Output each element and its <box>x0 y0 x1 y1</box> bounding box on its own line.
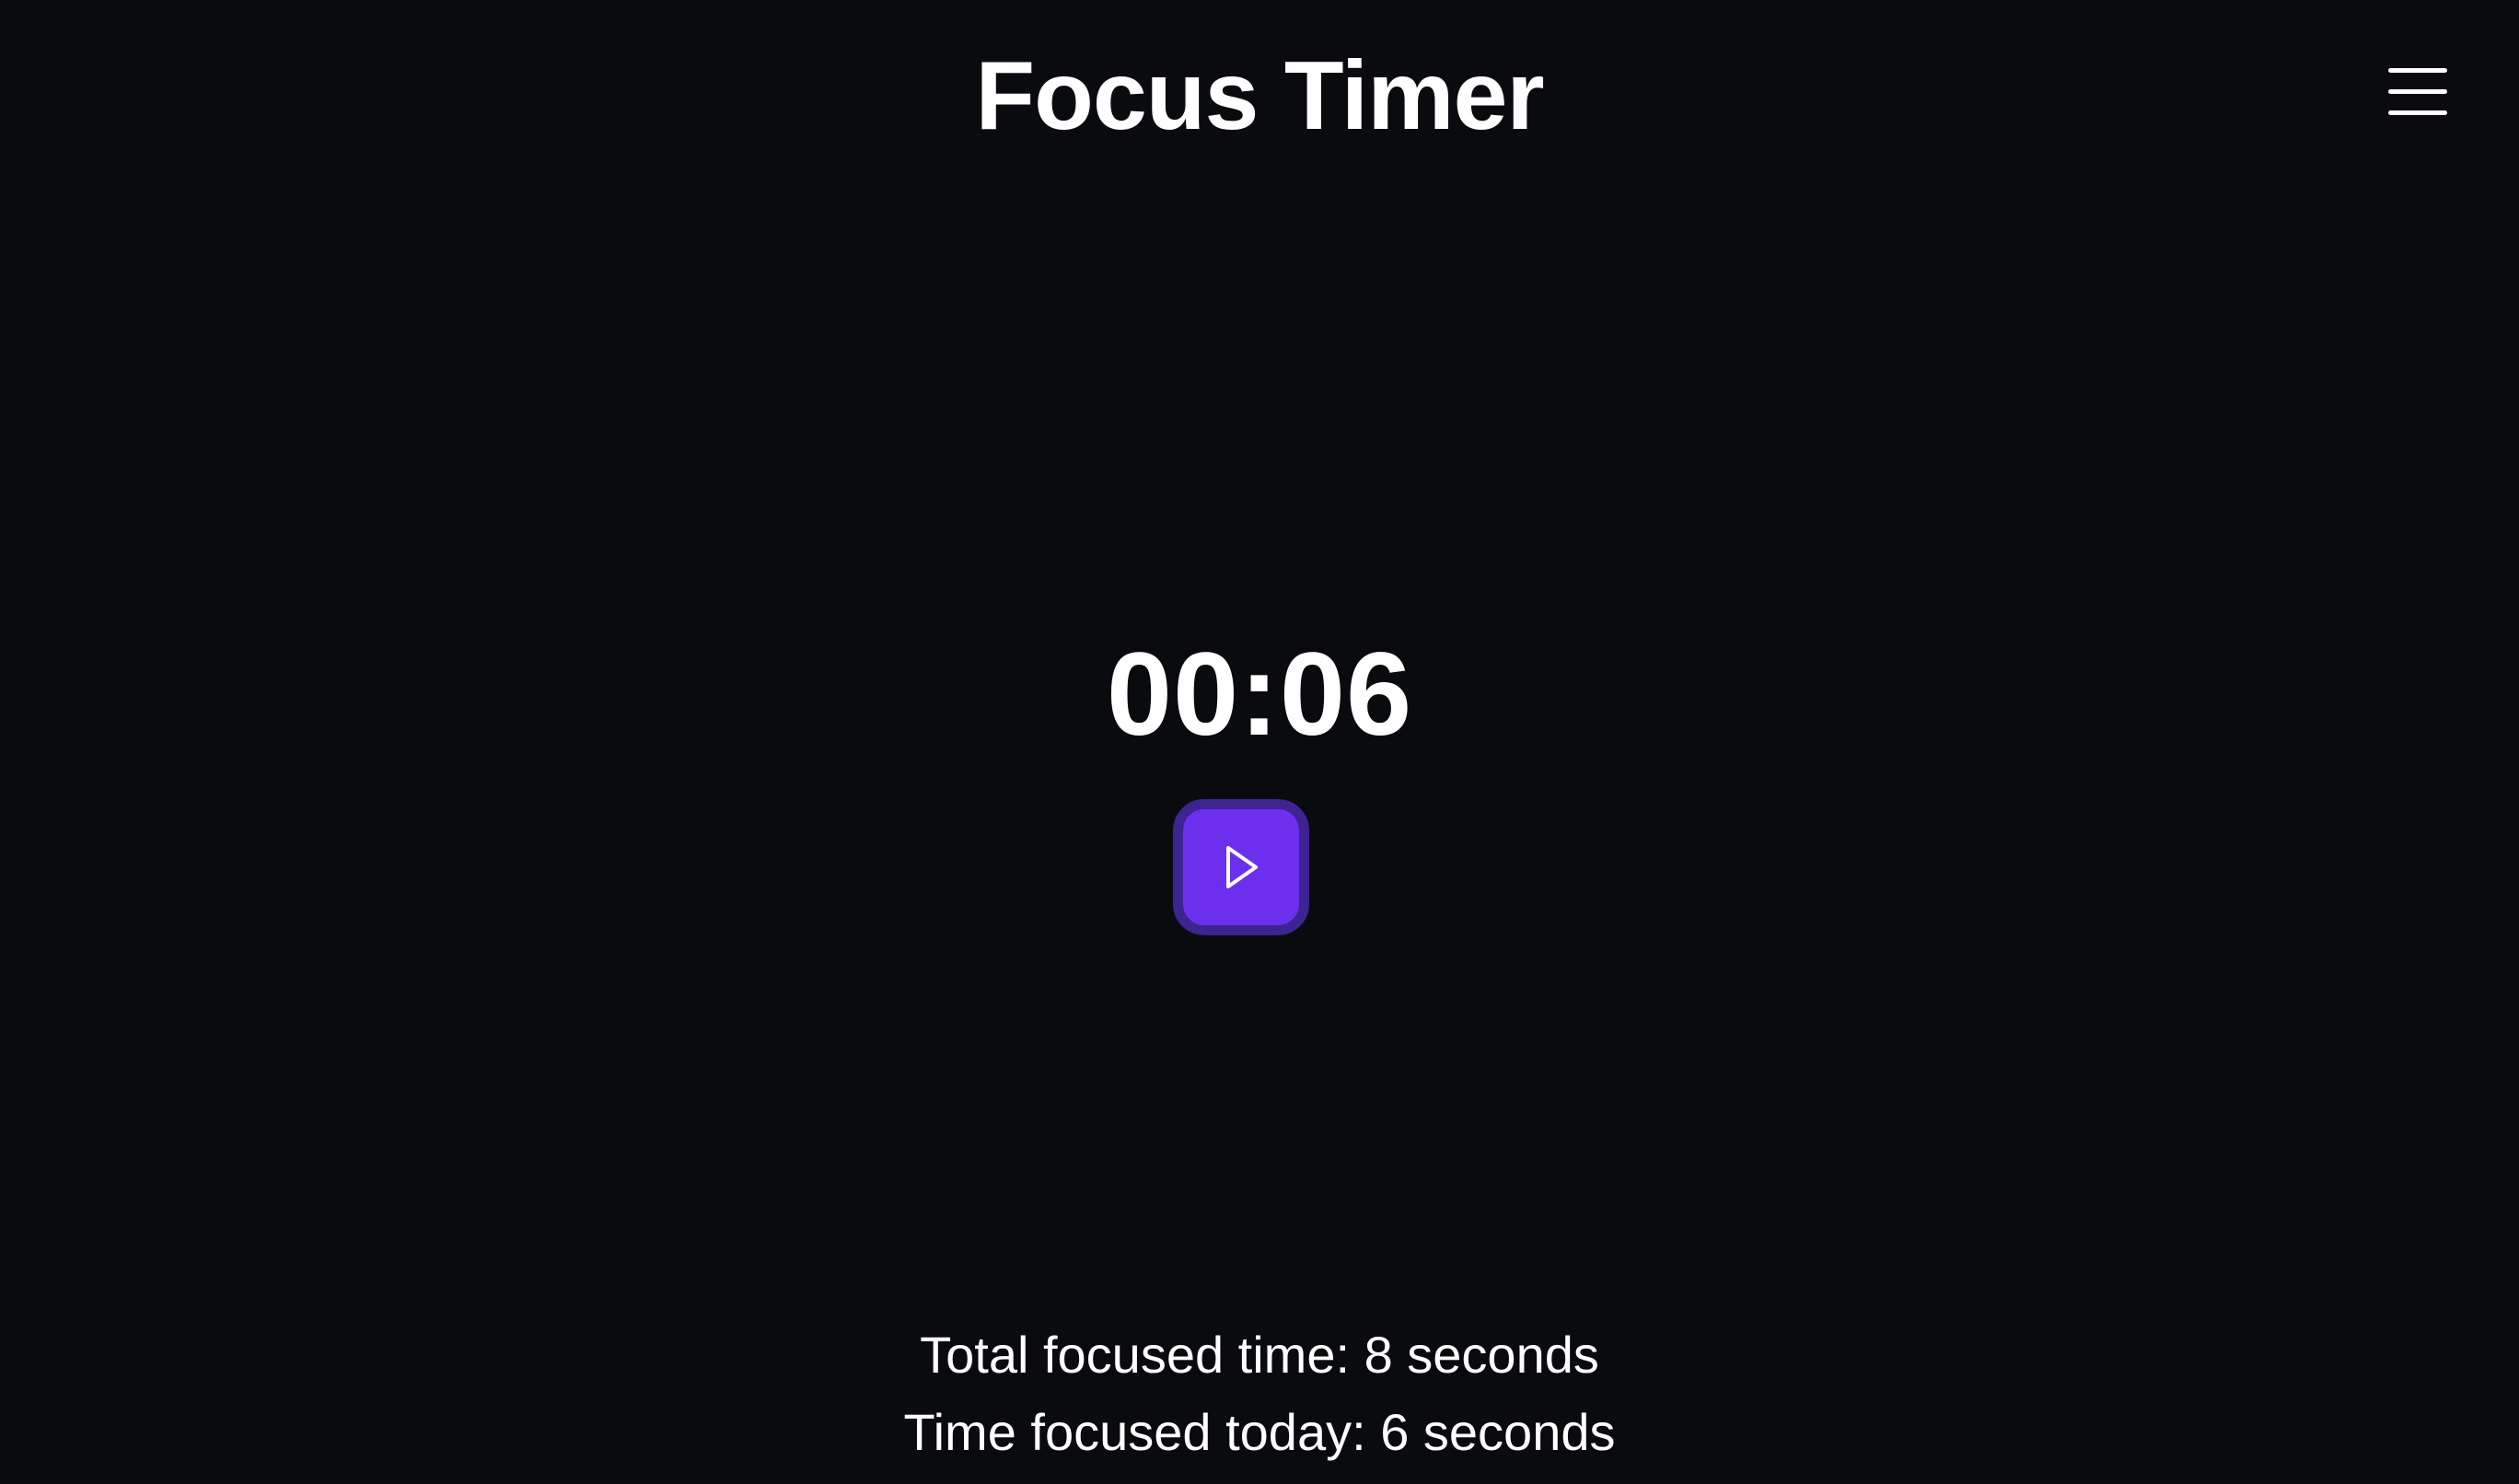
time-focused-today: Time focused today: 6 seconds <box>903 1403 1616 1461</box>
timer-display: 00:06 <box>1106 629 1413 760</box>
play-icon <box>1219 843 1263 891</box>
focus-stats: Total focused time: 8 seconds Time focus… <box>0 1316 2519 1471</box>
menu-button[interactable] <box>2375 57 2460 125</box>
app-title: Focus Timer <box>975 41 1544 150</box>
hamburger-menu-icon <box>2375 57 2460 125</box>
play-button[interactable] <box>1173 799 1309 935</box>
total-focused-time: Total focused time: 8 seconds <box>920 1326 1599 1384</box>
